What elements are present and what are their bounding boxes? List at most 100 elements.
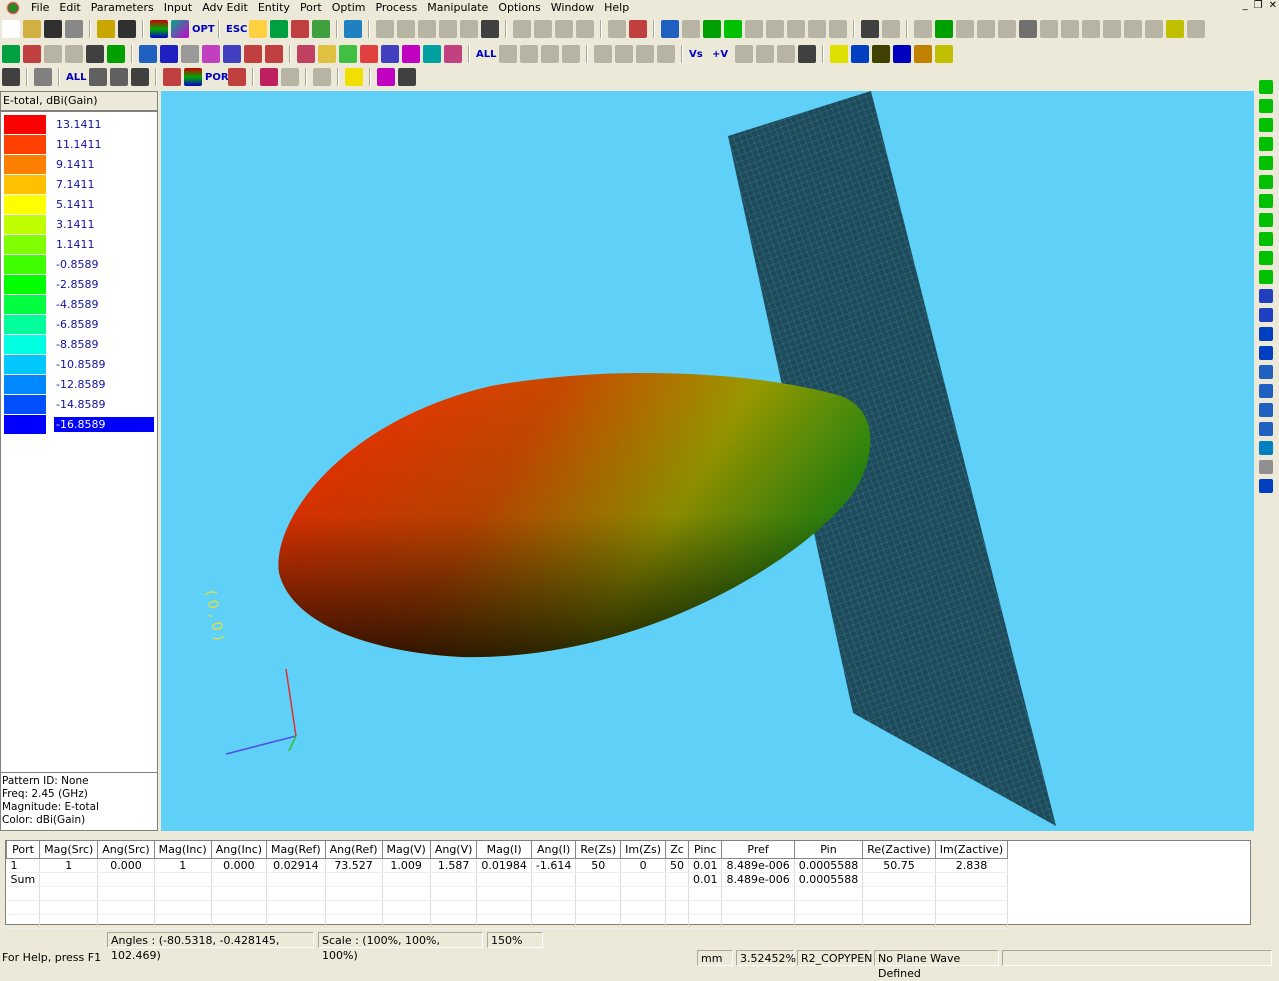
toolbar-tool-icon[interactable]: [787, 20, 805, 38]
toolbar-tool-icon[interactable]: [23, 45, 41, 63]
toolbar-tool-icon[interactable]: [377, 68, 395, 86]
all-label-button[interactable]: ALL: [476, 49, 496, 60]
legend-entry[interactable]: -16.8589: [1, 414, 157, 434]
toolbar-tool-icon[interactable]: [830, 45, 848, 63]
toolbar-tool-icon[interactable]: [163, 68, 181, 86]
toolbar-tool-icon[interactable]: [555, 20, 573, 38]
toolbar-tool-icon[interactable]: [682, 20, 700, 38]
toolbar-tool-icon[interactable]: [44, 45, 62, 63]
toolbar-tool-icon[interactable]: [249, 20, 267, 38]
toolbar-tool-icon[interactable]: [86, 45, 104, 63]
legend-entry[interactable]: -8.8589: [1, 334, 157, 354]
toolbar-tool-icon[interactable]: [244, 45, 262, 63]
column-header[interactable]: Im(Zactive): [934, 841, 1009, 859]
column-header[interactable]: Ang(Inc): [210, 841, 268, 859]
side-tool-icon[interactable]: [1259, 308, 1273, 322]
v-label-button[interactable]: +V: [712, 49, 732, 60]
side-tool-icon[interactable]: [1259, 289, 1273, 303]
toolbar-tool-icon[interactable]: [1145, 20, 1163, 38]
toolbar-tool-icon[interactable]: [808, 20, 826, 38]
column-header[interactable]: Mag(Src): [39, 841, 99, 859]
toolbar-tool-icon[interactable]: [110, 68, 128, 86]
toolbar-tool-icon[interactable]: [629, 20, 647, 38]
table-row[interactable]: 1 1 0.000 1 0.000 0.02914 73.527 1.009 1.587 0.01…: [6, 858, 1009, 873]
side-tool-icon[interactable]: [1259, 422, 1273, 436]
toolbar-tool-icon[interactable]: [418, 20, 436, 38]
toolbar-tool-icon[interactable]: [313, 68, 331, 86]
opt-label-button[interactable]: OPT: [192, 24, 215, 35]
toolbar-tool-icon[interactable]: [851, 45, 869, 63]
menu-edit[interactable]: Edit: [54, 1, 85, 14]
toolbar-tool-icon[interactable]: [534, 20, 552, 38]
toolbar-tool-icon[interactable]: [439, 20, 457, 38]
toolbar-tool-icon[interactable]: [398, 68, 416, 86]
column-header[interactable]: Ang(I): [530, 841, 577, 859]
column-header[interactable]: Re(Zs): [575, 841, 622, 859]
toolbar-tool-icon[interactable]: [724, 20, 742, 38]
close-icon[interactable]: ✕: [1269, 0, 1277, 11]
toolbar-tool-icon[interactable]: [562, 45, 580, 63]
toolbar-tool-icon[interactable]: [576, 20, 594, 38]
toolbar-tool-icon[interactable]: [657, 45, 675, 63]
table-row[interactable]: Sum 0.01 8.489e-006 0.0005588: [6, 872, 1009, 887]
toolbar-tool-icon[interactable]: [1124, 20, 1142, 38]
column-header[interactable]: Im(Zs): [620, 841, 666, 859]
toolbar-tool-icon[interactable]: [150, 20, 168, 38]
menu-window[interactable]: Window: [546, 1, 599, 14]
column-header[interactable]: Mag(I): [476, 841, 532, 859]
toolbar-tool-icon[interactable]: [265, 45, 283, 63]
toolbar-tool-icon[interactable]: [181, 45, 199, 63]
toolbar-tool-icon[interactable]: [184, 68, 202, 86]
menu-adv-edit[interactable]: Adv Edit: [197, 1, 253, 14]
toolbar-tool-icon[interactable]: [460, 20, 478, 38]
legend-entry[interactable]: -0.8589: [1, 254, 157, 274]
side-tool-icon[interactable]: [1259, 479, 1273, 493]
toolbar-tool-icon[interactable]: [1061, 20, 1079, 38]
toolbar-tool-icon[interactable]: [89, 68, 107, 86]
toolbar-tool-icon[interactable]: [872, 45, 890, 63]
toolbar-tool-icon[interactable]: [661, 20, 679, 38]
legend-entry[interactable]: 9.1411: [1, 154, 157, 174]
column-header[interactable]: Mag(Ref): [266, 841, 326, 859]
legend-entry[interactable]: -12.8589: [1, 374, 157, 394]
vs-label-button[interactable]: Vs: [689, 49, 709, 60]
toolbar-tool-icon[interactable]: [1019, 20, 1037, 38]
side-tool-icon[interactable]: [1259, 213, 1273, 227]
side-tool-icon[interactable]: [1259, 194, 1273, 208]
toolbar-tool-icon[interactable]: [777, 45, 795, 63]
toolbar-tool-icon[interactable]: [228, 68, 246, 86]
column-header[interactable]: Port: [5, 841, 41, 859]
toolbar-tool-icon[interactable]: [297, 45, 315, 63]
legend-entry[interactable]: 7.1411: [1, 174, 157, 194]
menu-process[interactable]: Process: [370, 1, 422, 14]
toolbar-tool-icon[interactable]: [65, 45, 83, 63]
menu-help[interactable]: Help: [599, 1, 634, 14]
toolbar-tool-icon[interactable]: [956, 20, 974, 38]
toolbar-tool-icon[interactable]: [171, 20, 189, 38]
toolbar-tool-icon[interactable]: [541, 45, 559, 63]
toolbar-tool-icon[interactable]: [798, 45, 816, 63]
toolbar-tool-icon[interactable]: [423, 45, 441, 63]
side-tool-icon[interactable]: [1259, 327, 1273, 341]
toolbar-tool-icon[interactable]: [270, 20, 288, 38]
toolbar-tool-icon[interactable]: [1040, 20, 1058, 38]
menu-file[interactable]: File: [26, 1, 54, 14]
toolbar-tool-icon[interactable]: [608, 20, 626, 38]
menu-input[interactable]: Input: [159, 1, 197, 14]
side-tool-icon[interactable]: [1259, 403, 1273, 417]
menu-optim[interactable]: Optim: [327, 1, 371, 14]
toolbar-tool-icon[interactable]: [1166, 20, 1184, 38]
menu-manipulate[interactable]: Manipulate: [422, 1, 493, 14]
side-tool-icon[interactable]: [1259, 365, 1273, 379]
side-tool-icon[interactable]: [1259, 232, 1273, 246]
toolbar-tool-icon[interactable]: [139, 45, 157, 63]
menu-entity[interactable]: Entity: [253, 1, 295, 14]
toolbar-tool-icon[interactable]: [499, 45, 517, 63]
all-label-button[interactable]: ALL: [66, 72, 86, 83]
table-row[interactable]: [6, 914, 1009, 929]
minimize-icon[interactable]: _: [1243, 0, 1248, 11]
column-header[interactable]: Ang(Src): [97, 841, 155, 859]
side-tool-icon[interactable]: [1259, 251, 1273, 265]
toolbar-tool-icon[interactable]: [65, 20, 83, 38]
side-tool-icon[interactable]: [1259, 175, 1273, 189]
